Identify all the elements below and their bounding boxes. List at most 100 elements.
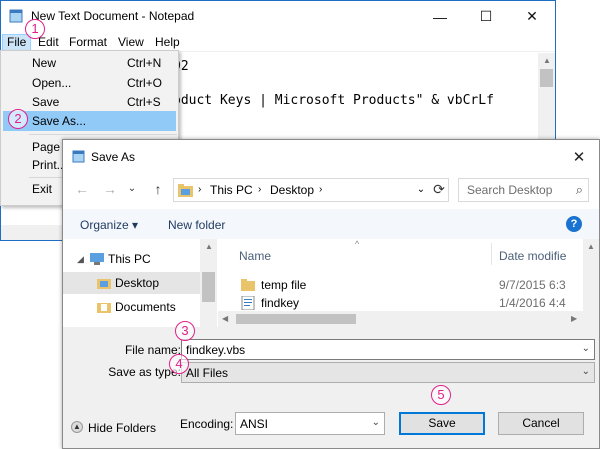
- chevron-right-icon: ›: [258, 184, 262, 195]
- file-row[interactable]: temp file 9/7/2015 6:3: [235, 275, 585, 295]
- chevron-down-icon[interactable]: ⌄: [582, 343, 590, 354]
- save-button[interactable]: Save: [399, 412, 485, 435]
- chevron-down-icon[interactable]: ⌄: [372, 417, 380, 428]
- chevron-right-icon: ›: [198, 184, 202, 195]
- hide-folders-label: Hide Folders: [88, 421, 157, 435]
- close-icon[interactable]: ✕: [509, 1, 555, 32]
- notepad-icon: [9, 9, 23, 23]
- encoding-select[interactable]: ANSI ⌄: [235, 412, 385, 435]
- menu-format[interactable]: Format: [65, 34, 111, 51]
- notepad-title-bar[interactable]: New Text Document - Notepad — ☐ ✕: [1, 1, 555, 32]
- text-line: oduct Keys | Microsoft Products" & vbCrL…: [173, 93, 494, 108]
- file-row[interactable]: findkey 1/4/2016 4:4: [235, 293, 585, 313]
- encoding-value: ANSI: [240, 417, 269, 431]
- expand-arrow-icon[interactable]: ◢: [77, 248, 84, 270]
- notepad-title: New Text Document - Notepad: [31, 9, 195, 23]
- desktop-folder-icon: [178, 184, 193, 197]
- nav-item-this-pc[interactable]: ◢ This PC: [63, 248, 200, 270]
- menu-item-label: New: [32, 56, 57, 70]
- nav-item-label: This PC: [108, 252, 151, 266]
- nav-item-desktop[interactable]: Desktop: [63, 272, 200, 294]
- file-date: 1/4/2016 4:4: [499, 296, 566, 310]
- navigation-pane: ◢ This PC Desktop Documents: [63, 239, 218, 327]
- dialog-title: Save As: [91, 150, 136, 164]
- file-list-horizontal-scrollbar[interactable]: ◀ ▶: [218, 311, 583, 327]
- scroll-up-icon[interactable]: ▲: [205, 242, 213, 251]
- chevron-right-icon[interactable]: ›: [319, 184, 322, 195]
- organize-button[interactable]: Organize ▾: [80, 218, 138, 232]
- scroll-left-icon[interactable]: ◀: [222, 314, 228, 323]
- hide-folders-button[interactable]: ▲ Hide Folders: [71, 419, 171, 439]
- menu-item-shortcut: Ctrl+S: [127, 95, 161, 109]
- nav-item-label: Desktop: [115, 276, 160, 290]
- sort-indicator-icon: ^: [355, 239, 360, 249]
- minimize-icon[interactable]: —: [417, 1, 463, 32]
- nav-pane-scrollbar[interactable]: ▲: [200, 239, 217, 327]
- menu-item-save[interactable]: Save Ctrl+S: [3, 92, 176, 112]
- up-folder-icon[interactable]: ↑: [149, 179, 167, 199]
- scroll-thumb[interactable]: [236, 314, 356, 324]
- dialog-title-bar[interactable]: Save As ✕: [63, 140, 599, 173]
- scroll-right-icon[interactable]: ▶: [571, 314, 577, 323]
- computer-icon: [90, 253, 104, 265]
- file-list-vertical-scrollbar[interactable]: ▲: [583, 239, 599, 327]
- column-divider[interactable]: [491, 243, 492, 265]
- file-name: temp file: [261, 278, 307, 292]
- nav-item-label: Documents: [115, 300, 176, 314]
- scroll-thumb[interactable]: [540, 69, 553, 87]
- desktop-folder-icon: [97, 279, 111, 289]
- scroll-thumb[interactable]: [202, 272, 215, 302]
- save-as-type-value: All Files: [186, 366, 229, 380]
- recent-locations-icon[interactable]: ⌄: [123, 179, 141, 199]
- file-name-field[interactable]: findkey.vbs ⌄: [181, 339, 595, 360]
- menu-view[interactable]: View: [114, 34, 148, 51]
- menu-item-save-as[interactable]: Save As...: [3, 111, 176, 131]
- menu-item-new[interactable]: New Ctrl+N: [3, 53, 176, 73]
- breadcrumb-this-pc[interactable]: This PC: [210, 183, 253, 197]
- nav-item-documents[interactable]: Documents: [63, 296, 200, 318]
- breadcrumb-desktop[interactable]: Desktop: [270, 183, 314, 197]
- command-bar: Organize ▾ New folder ?: [63, 209, 599, 239]
- maximize-icon[interactable]: ☐: [463, 1, 509, 32]
- file-date: 9/7/2015 6:3: [499, 278, 566, 292]
- save-as-dialog: Save As ✕ ← → ⌄ ↑ › This PC › Desktop › …: [62, 139, 600, 449]
- menu-item-open[interactable]: Open... Ctrl+O: [3, 73, 176, 93]
- scroll-up-icon[interactable]: ▲: [587, 242, 595, 251]
- help-icon[interactable]: ?: [566, 216, 582, 232]
- refresh-icon[interactable]: ⟳: [429, 178, 449, 202]
- save-as-type-label: Save as type:: [108, 365, 181, 379]
- back-icon[interactable]: ←: [73, 179, 91, 199]
- dialog-bottom-panel: File name: findkey.vbs ⌄ Save as type: A…: [63, 327, 599, 448]
- new-folder-button[interactable]: New folder: [168, 218, 225, 232]
- menu-file[interactable]: File: [2, 34, 32, 51]
- menu-item-label: Save: [32, 95, 60, 109]
- close-icon[interactable]: ✕: [560, 140, 598, 173]
- search-input[interactable]: Search Desktop ⌕: [458, 178, 589, 202]
- menu-separator: [29, 134, 177, 135]
- file-name: findkey: [261, 296, 300, 310]
- forward-icon[interactable]: →: [101, 179, 119, 199]
- file-name-label: File name:: [124, 343, 181, 357]
- cancel-button[interactable]: Cancel: [498, 412, 584, 435]
- collapse-icon: ▲: [71, 421, 83, 433]
- file-name-value: findkey.vbs: [186, 343, 246, 357]
- save-as-type-select[interactable]: All Files ⌄: [181, 362, 595, 383]
- menu-item-shortcut: Ctrl+O: [127, 76, 163, 90]
- script-icon: [241, 296, 255, 310]
- step-marker-4: 4: [169, 354, 189, 374]
- chevron-down-icon[interactable]: ⌄: [582, 366, 590, 377]
- address-dropdown-icon[interactable]: ⌄: [411, 178, 431, 202]
- menu-item-label: Exit: [32, 182, 53, 196]
- address-bar[interactable]: › This PC › Desktop ›: [173, 178, 449, 202]
- menu-item-label: Open...: [32, 76, 72, 90]
- column-header-date[interactable]: Date modifie: [499, 249, 566, 263]
- documents-folder-icon: [97, 303, 111, 313]
- search-icon: ⌕: [575, 182, 583, 197]
- scroll-up-icon[interactable]: ▲: [543, 56, 551, 65]
- search-placeholder: Search Desktop: [467, 183, 553, 197]
- encoding-label: Encoding:: [180, 417, 234, 431]
- column-header-name[interactable]: Name: [239, 249, 271, 263]
- step-marker-2: 2: [8, 109, 28, 129]
- menu-help[interactable]: Help: [151, 34, 184, 51]
- menu-item-label: Save As...: [32, 114, 87, 128]
